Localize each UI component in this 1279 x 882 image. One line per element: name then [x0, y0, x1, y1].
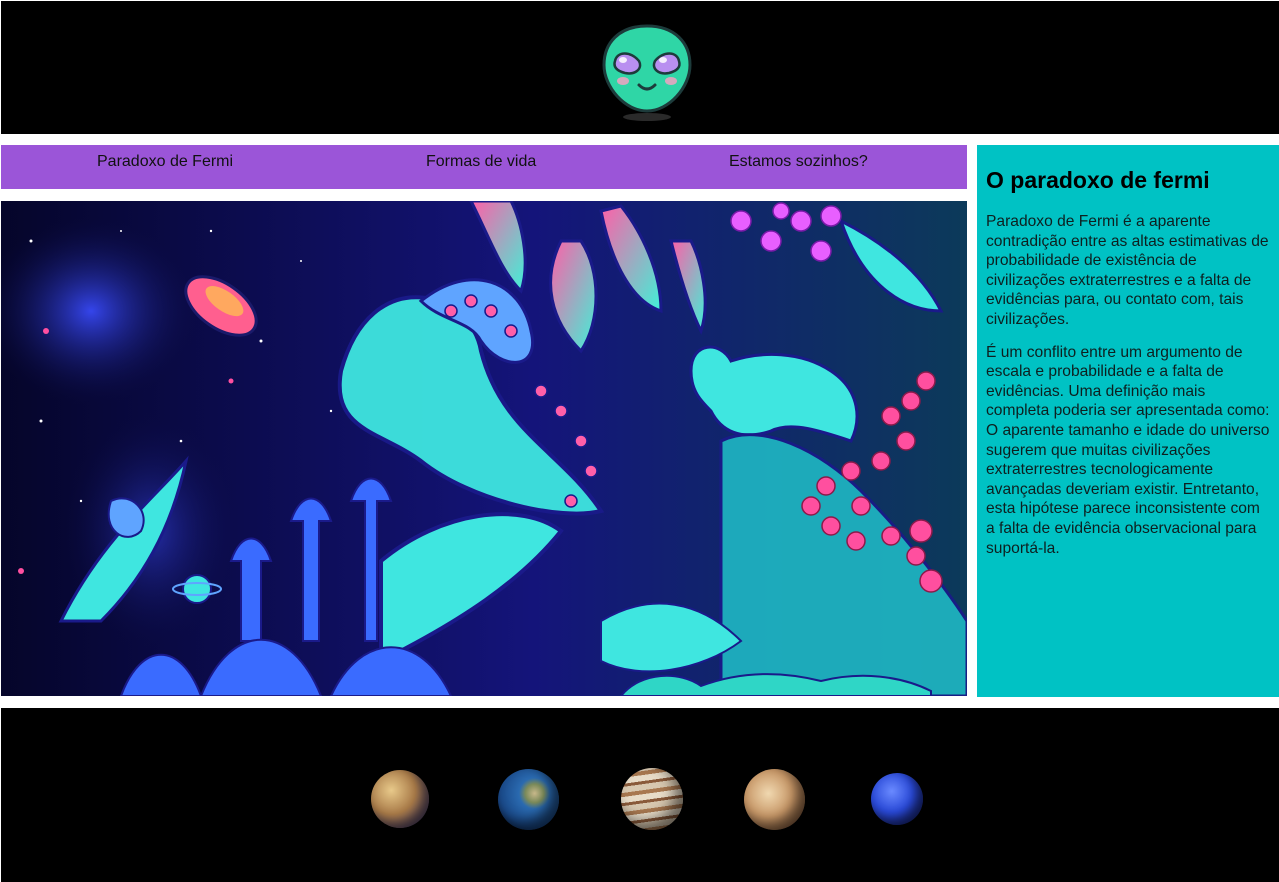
nav-item-paradoxo-de-fermi[interactable]: Paradoxo de Fermi: [97, 153, 233, 171]
nav-item-formas-de-vida[interactable]: Formas de vida: [426, 153, 536, 171]
nav-item-estamos-sozinhos[interactable]: Estamos sozinhos?: [729, 153, 868, 171]
psychedelic-alien-artwork-image: [1, 201, 967, 696]
earth-planet-icon[interactable]: [498, 769, 559, 830]
mercury-planet-icon[interactable]: [371, 770, 429, 828]
site-footer: [1, 708, 1279, 882]
jupiter-planet-icon[interactable]: [621, 768, 683, 830]
alien-face-icon[interactable]: [601, 23, 693, 123]
fermi-info-panel: O paradoxo de fermi Paradoxo de Fermi é …: [977, 145, 1279, 697]
panel-title: O paradoxo de fermi: [986, 167, 1210, 193]
site-header: [1, 1, 1279, 134]
neptune-planet-icon[interactable]: [871, 773, 923, 825]
main-nav: Paradoxo de Fermi Formas de vida Estamos…: [1, 145, 967, 189]
panel-paragraph: É um conflito entre um argumento de esca…: [986, 343, 1270, 557]
europa-moon-icon[interactable]: [744, 769, 805, 830]
panel-paragraph: Paradoxo de Fermi é a aparente contradiç…: [986, 213, 1269, 328]
